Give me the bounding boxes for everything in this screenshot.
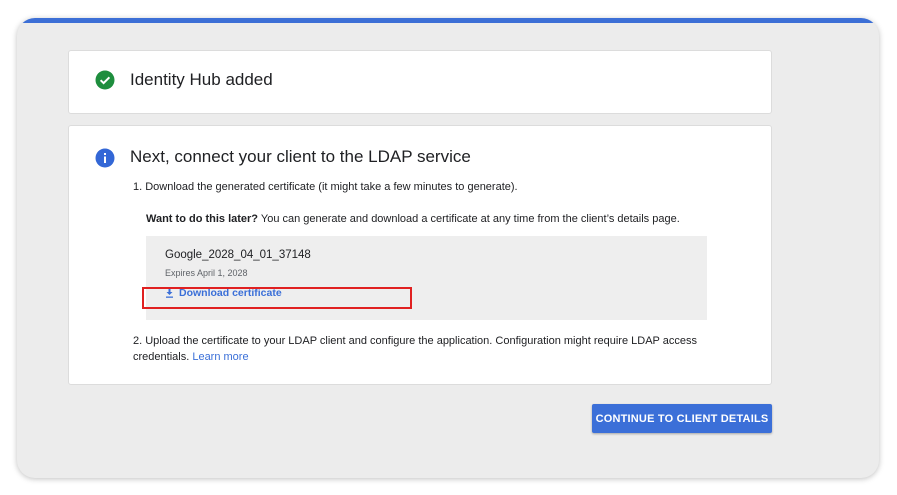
download-certificate-label: Download certificate [179,287,282,299]
dialog-window: Identity Hub added Next, connect your cl… [17,18,879,478]
next-steps-card: Next, connect your client to the LDAP se… [68,125,772,385]
info-icon [95,148,115,168]
identity-hub-added-card: Identity Hub added [68,50,772,114]
download-certificate-link[interactable]: Download certificate [165,287,282,299]
later-note-bold: Want to do this later? [146,213,259,225]
certificate-panel: Google_2028_04_01_37148 Expires April 1,… [142,236,707,320]
download-icon [166,288,173,298]
certificate-expiry: Expires April 1, 2028 [165,268,248,278]
certificate-name: Google_2028_04_01_37148 [165,249,311,261]
step-2-text: 2. Upload the certificate to your LDAP c… [133,333,743,365]
added-title: Identity Hub added [130,70,273,89]
window-accent-bar [17,18,879,23]
step-1-text: 1. Download the generated certificate (i… [133,181,518,193]
check-circle-icon [95,70,115,90]
continue-to-client-details-button[interactable]: CONTINUE TO CLIENT DETAILS [592,404,772,433]
next-steps-title: Next, connect your client to the LDAP se… [130,147,471,166]
later-note-text: You can generate and download a certific… [258,213,680,225]
later-note: Want to do this later? You can generate … [146,213,680,225]
learn-more-link[interactable]: Learn more [192,351,248,363]
